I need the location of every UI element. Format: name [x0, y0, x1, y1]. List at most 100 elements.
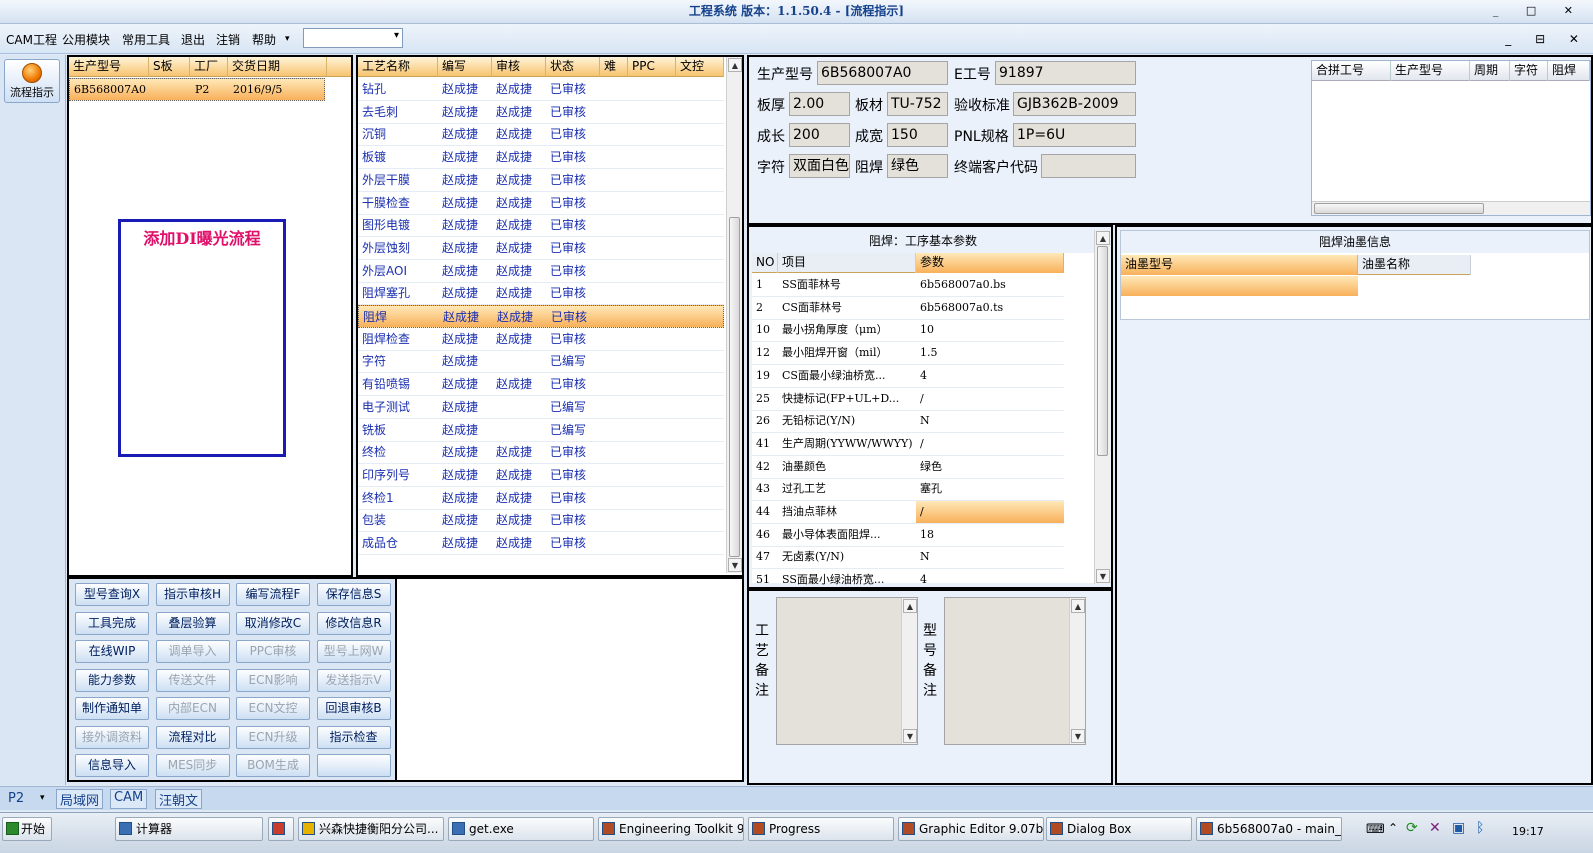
action-button[interactable]: 调单导入 — [155, 640, 230, 663]
order-row[interactable]: 6B568007A0 P2 2016/9/5 — [69, 78, 325, 101]
param-row[interactable]: 26 无铅标记(Y/N) N — [752, 410, 1064, 434]
model-remark-field[interactable]: ▲ ▼ — [944, 597, 1086, 745]
e-no-field[interactable]: 91897 — [995, 61, 1136, 85]
task-dialog-box[interactable]: Dialog Box — [1046, 817, 1192, 841]
flow-indicator-button[interactable]: 流程指示 — [4, 59, 60, 103]
task-app-icon[interactable] — [268, 817, 294, 841]
process-row[interactable]: 阻焊 赵成捷 赵成捷 已审核 — [358, 305, 724, 328]
param-row[interactable]: 44 挡油点菲林 / — [752, 501, 1064, 524]
col-param[interactable]: 参数 — [916, 253, 1064, 273]
bluetooth-icon[interactable]: ᛒ — [1476, 820, 1484, 836]
col-item[interactable]: 项目 — [778, 253, 916, 273]
menu-overflow-icon[interactable]: ▾ — [285, 34, 290, 44]
menu-common-tools[interactable]: 常用工具 — [122, 31, 170, 48]
action-button[interactable]: 型号查询X — [75, 583, 149, 606]
process-row[interactable]: 阻焊塞孔 赵成捷 赵成捷 已审核 — [358, 282, 724, 306]
tray-expand-icon[interactable]: ⌃ — [1388, 821, 1398, 835]
action-button[interactable]: 信息导入 — [75, 754, 149, 777]
col-ppc[interactable]: PPC — [628, 57, 676, 77]
tab-cam[interactable]: CAM — [110, 789, 148, 809]
ink-selected-cell[interactable] — [1121, 276, 1358, 296]
action-button[interactable]: 流程对比 — [155, 725, 230, 749]
width-field[interactable]: 150 — [887, 123, 948, 147]
action-button[interactable]: ECN文控 — [236, 697, 310, 720]
col-merge-cycle[interactable]: 周期 — [1470, 61, 1510, 81]
window-controls[interactable]: _ □ ✕ — [1493, 0, 1585, 22]
process-row[interactable]: 外层干膜 赵成捷 赵成捷 已审核 — [358, 169, 724, 192]
param-row[interactable]: 47 无卤素(Y/N) N — [752, 546, 1064, 570]
menu-combo[interactable] — [303, 28, 403, 48]
action-button[interactable]: 叠层验算 — [155, 611, 230, 635]
action-button[interactable]: 型号上网W — [316, 640, 391, 663]
param-row[interactable]: 43 过孔工艺 塞孔 — [752, 478, 1064, 502]
hscroll-thumb[interactable] — [1314, 203, 1484, 214]
process-row[interactable]: 印序列号 赵成捷 赵成捷 已审核 — [358, 464, 724, 487]
col-merge-no[interactable]: 合拼工号 — [1312, 61, 1391, 81]
action-button[interactable]: ECN升级 — [236, 725, 310, 749]
param-row[interactable]: 2 CS面菲林号 6b568007a0.ts — [752, 297, 1064, 320]
tab-user[interactable]: 汪朝文 — [155, 789, 203, 809]
scroll-thumb[interactable] — [729, 217, 740, 557]
param-row[interactable]: 41 生产周期(YYWW/WWYY) / — [752, 433, 1064, 456]
action-button[interactable]: 制作通知单 — [75, 697, 149, 720]
customer-code-field[interactable] — [1041, 154, 1136, 178]
process-scrollbar[interactable]: ▲ ▼ — [726, 57, 742, 573]
scroll-up-icon[interactable]: ▲ — [1096, 231, 1110, 245]
process-row[interactable]: 板镀 赵成捷 赵成捷 已审核 — [358, 146, 724, 170]
param-row[interactable]: 19 CS面最小绿油桥宽... 4 — [752, 365, 1064, 388]
col-reviewer[interactable]: 审核 — [492, 57, 546, 77]
task-progress[interactable]: Progress — [748, 817, 894, 841]
task-graphic-editor[interactable]: Graphic Editor 9.07b2 ... — [898, 817, 1044, 841]
col-ink-name[interactable]: 油墨名称 — [1358, 255, 1471, 275]
action-button[interactable]: 指示检查 — [316, 725, 391, 749]
scroll-down-icon[interactable]: ▼ — [1096, 569, 1110, 583]
col-factory[interactable]: 工厂 — [190, 57, 228, 77]
col-delivery[interactable]: 交货日期 — [228, 57, 327, 77]
scroll-up-icon[interactable]: ▲ — [903, 599, 917, 613]
action-button[interactable]: 编写流程F — [236, 583, 310, 606]
scroll-up-icon[interactable]: ▲ — [728, 58, 742, 72]
process-row[interactable]: 图形电镀 赵成捷 赵成捷 已审核 — [358, 214, 724, 238]
col-merge-char[interactable]: 字符 — [1510, 61, 1548, 81]
menu-cam[interactable]: CAM工程 — [6, 31, 57, 48]
start-button[interactable]: 开始 — [2, 817, 52, 841]
process-row[interactable]: 电子测试 赵成捷 已编写 — [358, 396, 724, 419]
param-row[interactable]: 42 油墨颜色 绿色 — [752, 456, 1064, 479]
thickness-field[interactable]: 2.00 — [789, 92, 850, 116]
action-button[interactable]: 能力参数 — [75, 668, 149, 692]
menu-logout[interactable]: 注销 — [216, 31, 240, 48]
params-scrollbar[interactable]: ▲ ▼ — [1094, 230, 1110, 584]
param-row[interactable]: 25 快捷标记(FP+UL+D... / — [752, 388, 1064, 411]
model-field[interactable]: 6B568007A0 — [817, 61, 948, 85]
process-row[interactable]: 外层AOI 赵成捷 赵成捷 已审核 — [358, 260, 724, 283]
param-row[interactable]: 12 最小阻焊开窗（mil） 1.5 — [752, 342, 1064, 366]
process-row[interactable]: 干膜检查 赵成捷 赵成捷 已审核 — [358, 192, 724, 215]
col-model[interactable]: 生产型号 — [69, 57, 149, 77]
scroll-down-icon[interactable]: ▼ — [903, 729, 917, 743]
col-author[interactable]: 编写 — [438, 57, 492, 77]
action-button[interactable]: 在线WIP — [75, 640, 149, 663]
action-button[interactable]: 工具完成 — [75, 611, 149, 635]
col-difficulty[interactable]: 难 — [600, 57, 628, 77]
col-doc-control[interactable]: 文控 — [676, 57, 724, 77]
process-row[interactable]: 有铅喷锡 赵成捷 赵成捷 已审核 — [358, 373, 724, 397]
process-row[interactable]: 字符 赵成捷 已编写 — [358, 350, 724, 374]
task-calculator[interactable]: 计算器 — [115, 817, 263, 841]
tray-sync-icon[interactable]: ⟳ — [1406, 820, 1418, 836]
mdi-controls[interactable]: _ ⊟ ✕ — [1505, 32, 1589, 46]
col-merge-sm[interactable]: 阻焊 — [1548, 61, 1590, 81]
action-button[interactable]: 取消修改C — [236, 611, 310, 635]
action-button[interactable]: 回退审核B — [316, 697, 391, 720]
length-field[interactable]: 200 — [789, 123, 850, 147]
scroll-up-icon[interactable]: ▲ — [1071, 599, 1085, 613]
col-merge-model[interactable]: 生产型号 — [1391, 61, 1470, 81]
process-row[interactable]: 终检 赵成捷 赵成捷 已审核 — [358, 441, 724, 465]
col-ink-model[interactable]: 油墨型号 — [1121, 255, 1358, 275]
process-row[interactable]: 阻焊检查 赵成捷 赵成捷 已审核 — [358, 328, 724, 351]
material-field[interactable]: TU-752 — [887, 92, 948, 116]
col-s-board[interactable]: S板 — [149, 57, 190, 77]
tray-close-icon[interactable]: ✕ — [1429, 820, 1441, 836]
param-row[interactable]: 46 最小导体表面阻焊... 18 — [752, 524, 1064, 547]
menu-common-module[interactable]: 公用模块 — [62, 31, 110, 48]
scroll-thumb[interactable] — [1097, 246, 1108, 456]
